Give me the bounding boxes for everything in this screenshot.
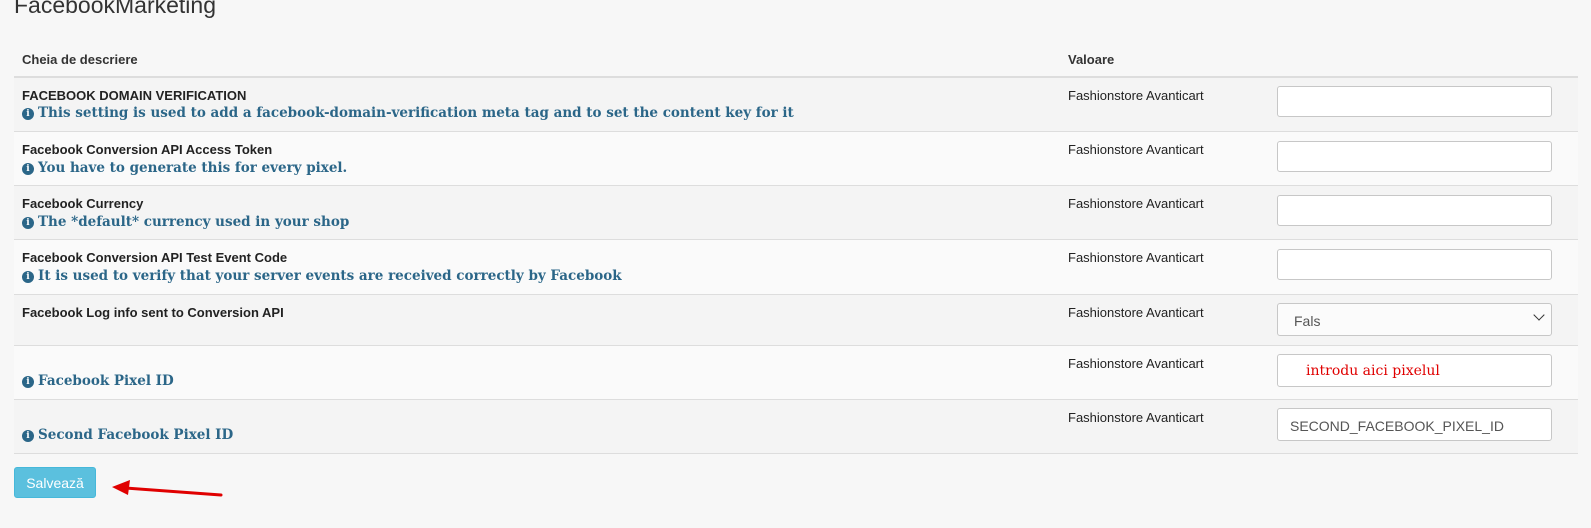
setting-title: Facebook Conversion API Access Token: [22, 142, 273, 157]
table-row: Facebook Conversion API Test Event Code …: [14, 240, 1578, 295]
second-pixel-id-input[interactable]: SECOND_FACEBOOK_PIXEL_ID: [1277, 408, 1552, 441]
settings-table: Cheia de descriere Valoare FACEBOOK DOMA…: [14, 44, 1578, 454]
store-name: Fashionstore Avanticart: [1068, 196, 1204, 211]
setting-description: i The *default* currency used in your sho…: [22, 214, 349, 230]
table-header: Cheia de descriere Valoare: [14, 44, 1578, 78]
info-circle-icon: i: [22, 430, 34, 442]
store-name: Fashionstore Avanticart: [1068, 410, 1204, 425]
access-token-input[interactable]: [1277, 141, 1552, 172]
setting-description: i This setting is used to add a facebook-…: [22, 105, 794, 121]
currency-input[interactable]: [1277, 195, 1552, 226]
table-row: i Second Facebook Pixel ID Fashionstore A…: [14, 400, 1578, 454]
header-key: Cheia de descriere: [22, 52, 138, 67]
table-row: Facebook Conversion API Access Token i Yo…: [14, 132, 1578, 186]
table-row: FACEBOOK DOMAIN VERIFICATION i This setti…: [14, 78, 1578, 132]
page-title: FacebookMarketing: [14, 0, 216, 18]
info-circle-icon: i: [22, 217, 34, 229]
log-info-select[interactable]: Fals: [1277, 303, 1552, 336]
setting-description: i Second Facebook Pixel ID: [22, 427, 233, 443]
setting-title: Facebook Log info sent to Conversion API: [22, 305, 284, 320]
setting-title: Facebook Conversion API Test Event Code: [22, 250, 288, 265]
setting-title: Facebook Currency: [22, 196, 144, 211]
header-value: Valoare: [1068, 52, 1115, 67]
domain-verification-input[interactable]: [1277, 86, 1552, 117]
table-row: Facebook Currency i The *default* currenc…: [14, 186, 1578, 240]
store-name: Fashionstore Avanticart: [1068, 88, 1204, 103]
info-circle-icon: i: [22, 271, 34, 283]
store-name: Fashionstore Avanticart: [1068, 356, 1204, 371]
store-name: Fashionstore Avanticart: [1068, 250, 1204, 265]
save-button[interactable]: Salvează: [14, 467, 96, 498]
setting-title: FACEBOOK DOMAIN VERIFICATION: [22, 88, 247, 103]
store-name: Fashionstore Avanticart: [1068, 142, 1204, 157]
info-circle-icon: i: [22, 163, 34, 175]
chevron-down-icon: [1533, 309, 1545, 321]
info-circle-icon: i: [22, 376, 34, 388]
pixel-id-input[interactable]: introdu aici pixelul: [1277, 354, 1552, 387]
setting-description: i It is used to verify that your server e…: [22, 268, 622, 284]
setting-description: i Facebook Pixel ID: [22, 373, 174, 389]
info-circle-icon: i: [22, 108, 34, 120]
table-row: i Facebook Pixel ID Fashionstore Avantica…: [14, 346, 1578, 400]
table-row: Facebook Log info sent to Conversion API…: [14, 295, 1578, 346]
test-event-code-input[interactable]: [1277, 249, 1552, 280]
setting-description: i You have to generate this for every pix…: [22, 160, 347, 176]
store-name: Fashionstore Avanticart: [1068, 305, 1204, 320]
red-arrow-annotation: [112, 480, 223, 497]
